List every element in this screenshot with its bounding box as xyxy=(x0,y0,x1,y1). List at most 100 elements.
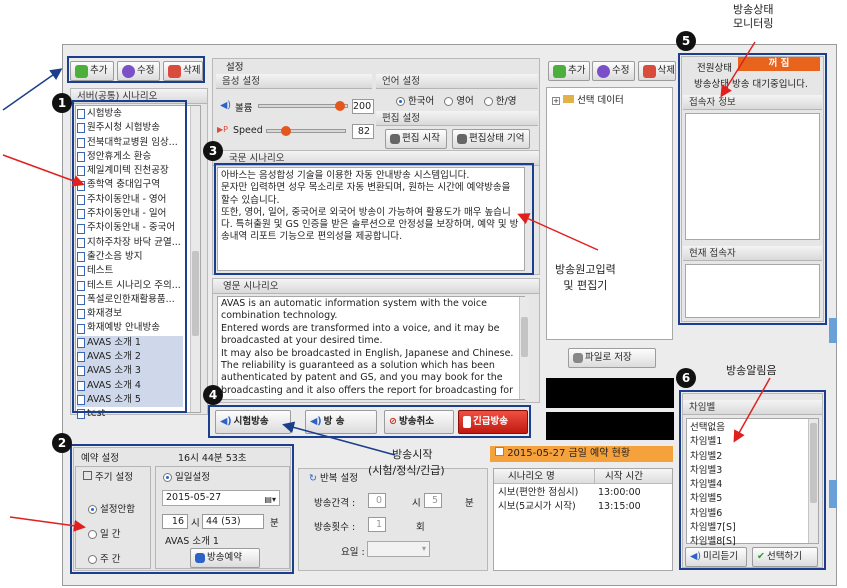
chime-scrollbar[interactable] xyxy=(808,419,818,543)
save-icon xyxy=(573,353,583,363)
volume-knob[interactable] xyxy=(335,101,345,111)
col-scenario-name: 시나리오 명 xyxy=(508,471,555,482)
preview-button[interactable]: ◀) 미리듣기 xyxy=(685,547,747,567)
reservation-time: 16시 44분 53초 xyxy=(178,453,247,464)
emergency-broadcast-button[interactable]: 긴급방송 xyxy=(458,410,528,434)
save-file-button[interactable]: 파일로 저장 xyxy=(568,348,656,368)
annotation-broadcast-start-sub: (시험/정식/긴급) xyxy=(368,464,445,477)
broadcast-status: 방송상태 방송 대기중입니다. xyxy=(694,79,808,90)
edit-start-button[interactable]: 편집 시작 xyxy=(385,129,447,149)
scenario-scrollbar[interactable] xyxy=(190,106,200,412)
display-panel-2 xyxy=(546,412,674,440)
radio-icon[interactable] xyxy=(88,555,97,564)
count-field[interactable]: 1 xyxy=(368,517,386,532)
folder-icon xyxy=(563,95,575,103)
cancel-broadcast-button[interactable]: ⊘ 방송취소 xyxy=(384,410,454,434)
marker-5: 5 xyxy=(676,31,696,51)
language-option[interactable]: 한국어 xyxy=(396,93,434,107)
radio-icon[interactable] xyxy=(88,530,97,539)
radio-icon[interactable] xyxy=(396,97,405,106)
speaker-icon: ◀) xyxy=(220,100,232,111)
chime-item[interactable]: 차임벨5 xyxy=(690,492,736,506)
test-broadcast-button[interactable]: ◀) 시험방송 xyxy=(215,410,291,434)
annotation-broadcast-monitor: 방송상태 모니터링 xyxy=(733,3,774,30)
chime-item[interactable]: 차임벨2 xyxy=(690,450,736,464)
speed-label: Speed xyxy=(233,125,263,136)
side-marker-1 xyxy=(829,318,837,343)
tree-root[interactable]: + 선택 데이터 xyxy=(552,92,624,106)
marker-2: 2 xyxy=(52,433,72,453)
period-option[interactable]: 설정안함 xyxy=(88,497,135,522)
speaker-icon: ◀) xyxy=(690,551,702,562)
volume-slider[interactable] xyxy=(258,101,348,111)
english-scrollbar[interactable] xyxy=(519,297,529,399)
daily-radio[interactable] xyxy=(163,473,172,482)
power-label: 전원상태 xyxy=(697,63,732,74)
add-button-right[interactable]: 추가 xyxy=(548,61,590,81)
marker-4: 4 xyxy=(203,385,223,405)
chime-item[interactable]: 선택없음 xyxy=(690,421,736,435)
edit-start-icon xyxy=(390,134,400,144)
calendar-dropdown-icon[interactable]: ▤▾ xyxy=(264,493,276,507)
table-row[interactable]: 시보(편안한 점심시) 13:00:00 xyxy=(498,486,641,500)
edit-icon xyxy=(597,64,610,78)
add-icon xyxy=(553,64,566,78)
language-option[interactable]: 영어 xyxy=(444,93,474,107)
reserved-scenario: AVAS 소개 1 xyxy=(165,536,219,547)
language-settings-title: 언어 설정 xyxy=(376,74,538,89)
date-picker[interactable]: 2015-05-27 ▤▾ xyxy=(162,490,280,506)
current-users-title: 현재 접속자 xyxy=(683,246,822,261)
sound-settings-title: 음성 설정 xyxy=(216,74,372,89)
period-options: 설정안함 일 간 주 간 xyxy=(88,497,135,572)
annotation-alarm: 방송알림음 xyxy=(726,364,777,377)
check-icon: ✔ xyxy=(757,551,765,562)
reserve-button[interactable]: 방송예약 xyxy=(190,548,260,568)
delete-icon xyxy=(643,64,656,78)
edit-button-right[interactable]: 수정 xyxy=(592,61,635,81)
period-option[interactable]: 주 간 xyxy=(88,547,135,572)
col-start-time: 시작 시간 xyxy=(594,469,643,483)
minute-field[interactable]: 44 (53) xyxy=(202,514,264,529)
chime-item[interactable]: 차임벨6 xyxy=(690,507,736,521)
radio-icon[interactable] xyxy=(483,97,493,106)
period-title: 주기 설정 xyxy=(83,469,133,483)
speed-slider[interactable] xyxy=(266,126,346,136)
volume-value[interactable]: 200 xyxy=(352,99,374,114)
interval-hour-label: 시 xyxy=(412,498,421,509)
chevron-down-icon: ▾ xyxy=(421,544,426,553)
expand-icon[interactable]: + xyxy=(552,97,560,105)
broadcast-button[interactable]: ◀) 방 송 xyxy=(305,410,377,434)
radio-icon[interactable] xyxy=(88,505,97,514)
language-option[interactable]: 한/영 xyxy=(483,93,516,107)
display-panel-1 xyxy=(546,378,674,408)
interval-minute[interactable]: 5 xyxy=(424,493,442,508)
current-users-box xyxy=(685,264,820,318)
count-label: 방송횟수 : xyxy=(314,522,356,533)
hour-field[interactable]: 16 xyxy=(162,514,188,529)
chime-item[interactable]: 차임벨3 xyxy=(690,464,736,478)
minute-label: 분 xyxy=(270,518,279,529)
emergency-icon xyxy=(463,416,471,428)
interval-hour[interactable]: 0 xyxy=(368,493,386,508)
highlight-korean-editor xyxy=(214,163,534,275)
day-select[interactable]: ▾ xyxy=(367,541,430,557)
radio-icon[interactable] xyxy=(444,97,454,106)
speaker-icon: ◀) xyxy=(310,416,322,427)
english-scenario-editor[interactable]: AVAS is an automatic information system … xyxy=(217,296,525,400)
chime-item[interactable]: 차임벨7[S] xyxy=(690,521,736,535)
speed-icon: ▶P xyxy=(217,125,228,134)
cancel-icon: ⊘ xyxy=(389,416,397,427)
reservation-title: 예약 설정 xyxy=(81,453,119,464)
schedule-col-headers: 시나리오 명 시작 시간 xyxy=(494,469,672,484)
period-option[interactable]: 일 간 xyxy=(88,522,135,547)
interval-minute-label: 분 xyxy=(465,498,474,509)
settings-title: 설정 xyxy=(226,62,244,73)
table-row[interactable]: 시보(5교시가 시작) 13:15:00 xyxy=(498,500,641,514)
edit-save-button[interactable]: 편집상태 기억 xyxy=(452,129,530,149)
speed-knob[interactable] xyxy=(281,126,291,136)
speed-value[interactable]: 82 xyxy=(352,124,374,139)
chime-item[interactable]: 차임벨4 xyxy=(690,478,736,492)
delete-button-right[interactable]: 삭제 xyxy=(638,61,676,81)
select-chime-button[interactable]: ✔ 선택하기 xyxy=(752,547,818,567)
chime-item[interactable]: 차임벨1 xyxy=(690,435,736,449)
